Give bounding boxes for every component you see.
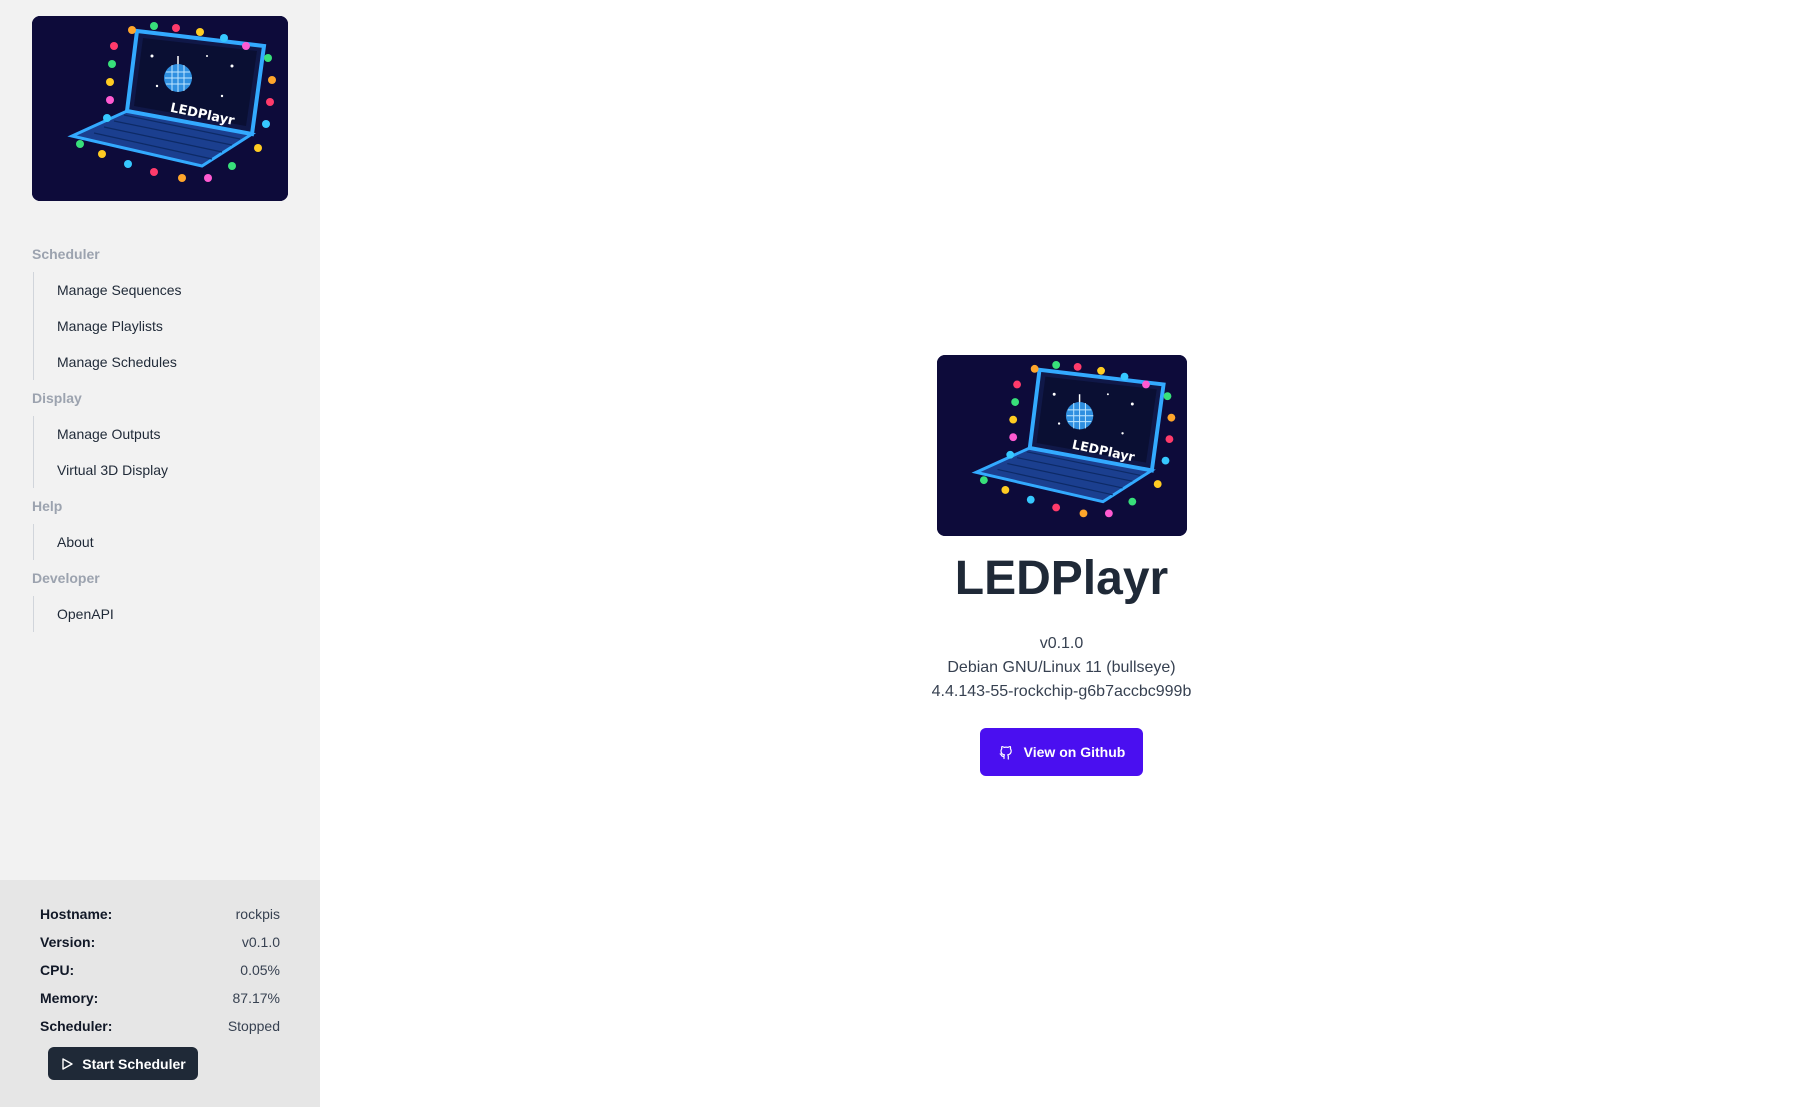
status-label: Hostname:: [40, 906, 113, 922]
nav-section-items: Manage Outputs Virtual 3D Display: [33, 416, 288, 488]
app-logo[interactable]: LEDPlayr: [32, 16, 288, 201]
status-value: Stopped: [227, 1018, 280, 1034]
github-icon: [998, 744, 1014, 760]
system-status-panel: Hostname: rockpis Version: v0.1.0 CPU: 0…: [0, 880, 320, 1107]
view-on-github-label: View on Github: [1023, 744, 1126, 760]
sidebar-item-manage-sequences[interactable]: Manage Sequences: [34, 272, 288, 308]
sidebar-item-manage-outputs[interactable]: Manage Outputs: [34, 416, 288, 452]
status-value: 0.05%: [240, 962, 280, 978]
hero-logo: LEDPlayr: [936, 355, 1187, 536]
sidebar-item-virtual-3d-display[interactable]: Virtual 3D Display: [34, 452, 288, 488]
sidebar-item-about[interactable]: About: [34, 524, 288, 560]
status-label: Scheduler:: [40, 1018, 113, 1034]
nav-section-items: OpenAPI: [33, 596, 288, 632]
nav-section-title: Display: [32, 390, 82, 406]
play-icon: [60, 1057, 74, 1071]
sidebar-item-openapi[interactable]: OpenAPI: [34, 596, 288, 632]
sidebar: LEDPlayr Scheduler Manage Sequences Mana…: [0, 0, 320, 1107]
sidebar-item-manage-playlists[interactable]: Manage Playlists: [34, 308, 288, 344]
status-label: CPU:: [40, 962, 75, 978]
sidebar-item-manage-schedules[interactable]: Manage Schedules: [34, 344, 288, 380]
start-scheduler-label: Start Scheduler: [82, 1055, 186, 1072]
version-info: v0.1.0 Debian GNU/Linux 11 (bullseye) 4.…: [932, 632, 1192, 704]
os-version: Debian GNU/Linux 11 (bullseye): [947, 659, 1176, 676]
main-content: LEDPlayr LEDPlayr v0.1.0 Debian GNU/Linu…: [320, 0, 1803, 1107]
nav-section-developer: Developer OpenAPI: [32, 560, 288, 632]
nav-section-help: Help About: [32, 488, 288, 560]
nav-section-scheduler: Scheduler Manage Sequences Manage Playli…: [32, 236, 288, 380]
nav-section-title: Scheduler: [32, 246, 100, 262]
status-row-hostname: Hostname: rockpis: [40, 900, 280, 928]
status-label: Version:: [40, 934, 96, 950]
view-on-github-button[interactable]: View on Github: [979, 728, 1144, 776]
status-row-scheduler: Scheduler: Stopped: [40, 1012, 280, 1040]
nav-section-items: About: [33, 524, 288, 560]
status-value: rockpis: [235, 906, 280, 922]
page-title: LEDPlayr: [954, 552, 1169, 605]
laptop-lights-logo-image: LEDPlayr: [936, 355, 1187, 536]
status-row-version: Version: v0.1.0: [40, 928, 280, 956]
status-row-memory: Memory: 87.17%: [40, 984, 280, 1012]
nav-section-title: Developer: [32, 570, 100, 586]
laptop-lights-logo-image: LEDPlayr: [32, 16, 288, 201]
sidebar-nav: Scheduler Manage Sequences Manage Playli…: [32, 236, 288, 632]
status-label: Memory:: [40, 990, 99, 1006]
nav-section-display: Display Manage Outputs Virtual 3D Displa…: [32, 380, 288, 488]
status-value: 87.17%: [232, 990, 280, 1006]
kernel-version: 4.4.143-55-rockchip-g6b7accbc999b: [931, 683, 1192, 700]
status-row-cpu: CPU: 0.05%: [40, 956, 280, 984]
nav-section-title: Help: [32, 498, 63, 514]
about-hero: LEDPlayr LEDPlayr v0.1.0 Debian GNU/Linu…: [320, 355, 1803, 776]
start-scheduler-button[interactable]: Start Scheduler: [48, 1047, 198, 1080]
app-version: v0.1.0: [1039, 635, 1084, 652]
status-value: v0.1.0: [241, 934, 280, 950]
nav-section-items: Manage Sequences Manage Playlists Manage…: [33, 272, 288, 380]
